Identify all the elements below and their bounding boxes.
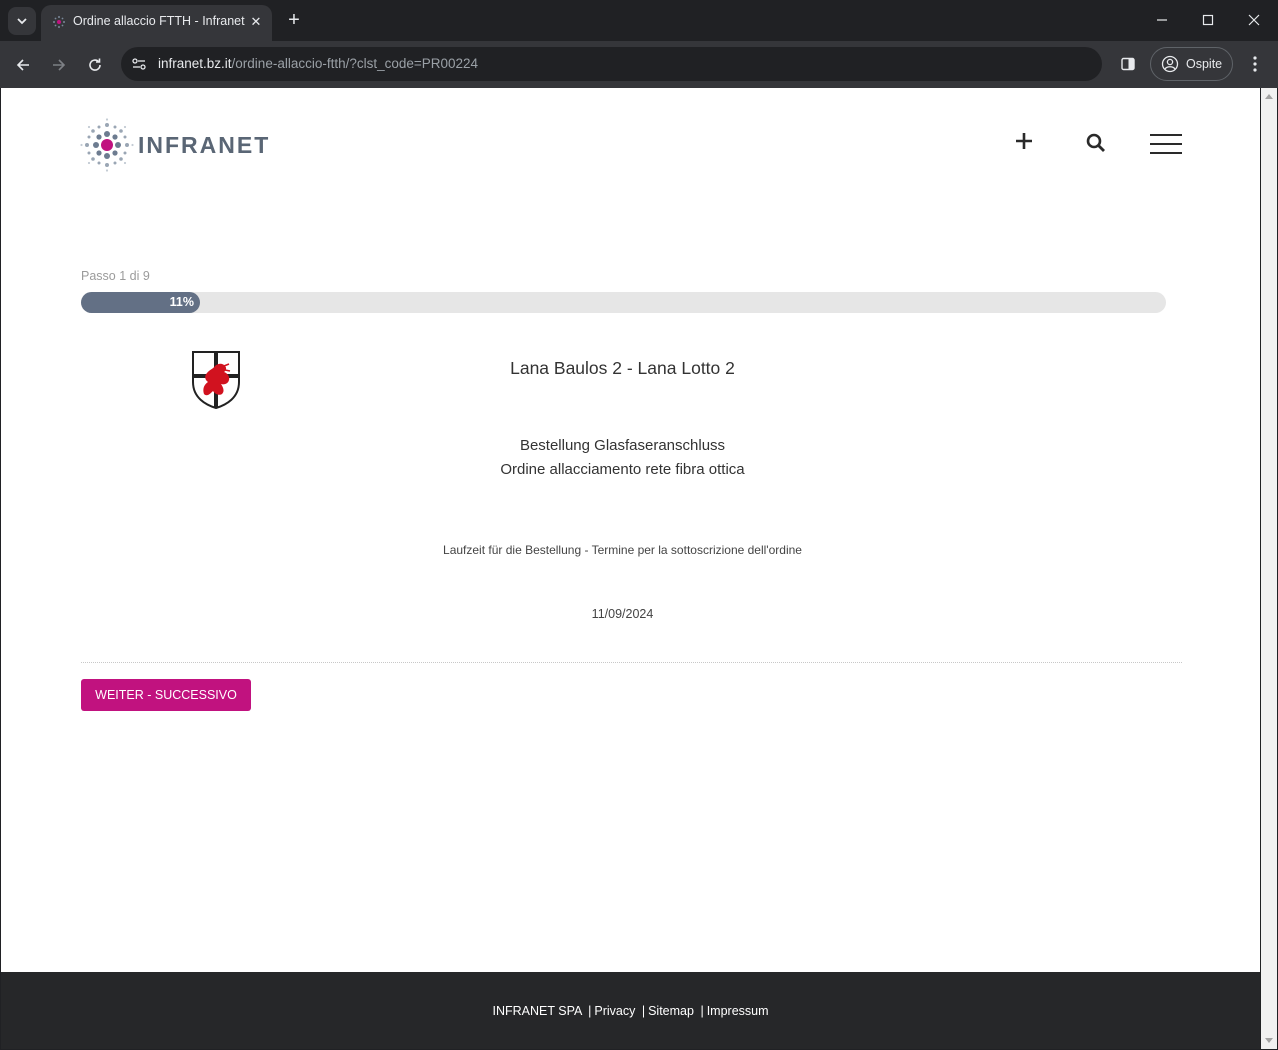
- maximize-button[interactable]: [1196, 8, 1220, 32]
- web-page: INFRANET Passo 1 di 9 11% Lana Baulos 2 …: [1, 88, 1260, 1049]
- order-title-it: Ordine allacciamento rete fibra ottica: [500, 461, 745, 478]
- maximize-icon: [1202, 14, 1214, 26]
- hamburger-line: [1150, 152, 1182, 154]
- tab-search-button[interactable]: [8, 7, 36, 35]
- logo-text: INFRANET: [138, 132, 271, 158]
- address-bar[interactable]: infranet.bz.it/ordine-allaccio-ftth/?cls…: [121, 47, 1102, 81]
- footer-separator: |: [641, 1004, 646, 1018]
- url-host: infranet.bz.it: [158, 56, 232, 71]
- url-path: /ordine-allaccio-ftth/?clst_code=PR00224: [231, 56, 479, 71]
- forward-button[interactable]: [46, 52, 72, 78]
- footer-link-privacy[interactable]: Privacy: [594, 1004, 635, 1018]
- footer-links: INFRANET SPA | Privacy | Sitemap | Impressu…: [1, 1004, 1260, 1018]
- arrow-left-icon: [16, 59, 29, 71]
- hamburger-line: [1150, 143, 1182, 145]
- side-panel-icon: [1121, 57, 1135, 71]
- footer-link-impressum[interactable]: Impressum: [707, 1004, 769, 1018]
- order-title-de: Bestellung Glasfaseranschluss: [519, 437, 726, 454]
- scroll-up-arrow-icon[interactable]: [1265, 94, 1273, 99]
- search-icon: [1086, 133, 1105, 152]
- minimize-icon: [1157, 19, 1167, 21]
- tab-close-icon[interactable]: ✕: [249, 14, 263, 30]
- header-search-button[interactable]: [1085, 132, 1107, 154]
- next-button[interactable]: WEITER - SUCCESSIVO: [81, 679, 251, 711]
- progress-percent: 11%: [169, 295, 194, 309]
- step-label: Passo 1 di 9: [81, 269, 150, 283]
- close-window-button[interactable]: [1242, 8, 1266, 32]
- footer-separator: |: [588, 1004, 592, 1018]
- footer-link-sitemap[interactable]: Sitemap: [648, 1004, 694, 1018]
- tab-strip: Ordine allaccio FTTH - Infranet ✕ +: [0, 0, 1278, 41]
- tab-title: Ordine allaccio FTTH - Infranet: [73, 14, 245, 28]
- back-button[interactable]: [10, 52, 36, 78]
- infranet-logo[interactable]: INFRANET: [80, 118, 280, 172]
- browser-tab[interactable]: Ordine allaccio FTTH - Infranet ✕: [41, 5, 272, 41]
- close-icon: [1248, 14, 1260, 26]
- page-scrollbar[interactable]: [1261, 88, 1277, 1049]
- side-panel-button[interactable]: [1117, 53, 1139, 75]
- hamburger-menu-button[interactable]: [1150, 134, 1182, 154]
- progress-bar: 11%: [81, 292, 1166, 313]
- header-plus-button[interactable]: [1013, 130, 1035, 152]
- infranet-logo-icon: [80, 118, 134, 172]
- url-text: infranet.bz.it/ordine-allaccio-ftth/?cls…: [158, 56, 478, 71]
- new-tab-button[interactable]: +: [283, 8, 305, 32]
- scroll-down-arrow-icon[interactable]: [1265, 1038, 1273, 1043]
- browser-toolbar: infranet.bz.it/ordine-allaccio-ftth/?cls…: [0, 41, 1278, 88]
- hamburger-line: [1150, 134, 1182, 136]
- arrow-right-icon: [53, 59, 66, 71]
- infranet-favicon-icon: [53, 16, 65, 28]
- footer: INFRANET SPA | Privacy | Sitemap | Impressu…: [1, 972, 1260, 1049]
- footer-separator: |: [700, 1004, 704, 1018]
- minimize-button[interactable]: [1150, 8, 1174, 32]
- progress-fill: 11%: [81, 292, 200, 313]
- reload-button[interactable]: [82, 52, 108, 78]
- chevron-down-icon: [17, 18, 27, 25]
- order-term-label: Laufzeit für die Bestellung - Termine pe…: [443, 543, 802, 557]
- plus-icon: [1016, 133, 1032, 149]
- order-term-date: 11/09/2024: [591, 607, 654, 621]
- footer-company: INFRANET SPA: [492, 1004, 582, 1018]
- account-circle-icon: [1161, 55, 1179, 73]
- divider: [81, 662, 1182, 663]
- browser-menu-button[interactable]: [1244, 53, 1266, 75]
- profile-label: Ospite: [1186, 57, 1223, 71]
- more-vertical-icon: [1253, 56, 1257, 72]
- lot-title: Lana Baulos 2 - Lana Lotto 2: [510, 358, 735, 378]
- site-info-icon[interactable]: [129, 54, 149, 74]
- profile-button[interactable]: Ospite: [1150, 47, 1233, 81]
- reload-icon: [89, 58, 101, 71]
